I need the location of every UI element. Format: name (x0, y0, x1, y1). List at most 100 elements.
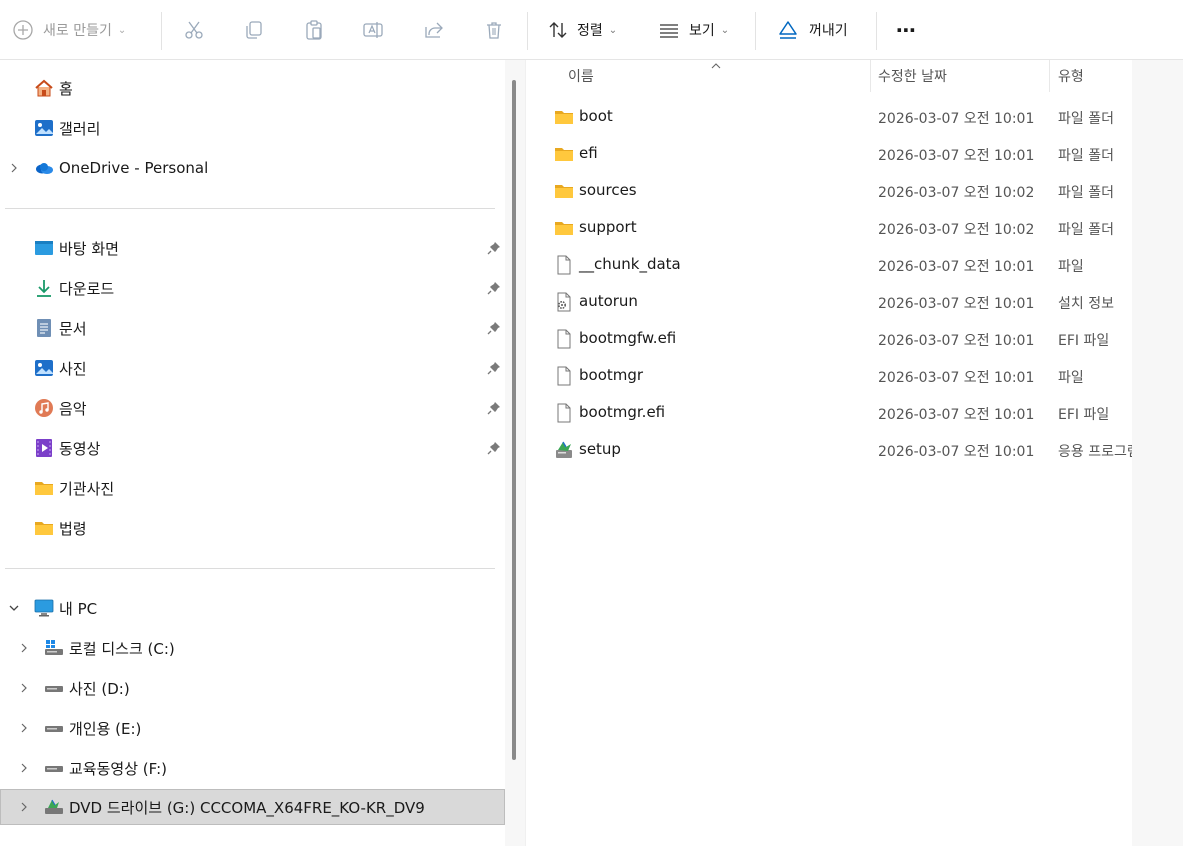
music-icon (34, 398, 54, 418)
file-name: setup (579, 440, 621, 458)
column-divider[interactable] (1049, 60, 1050, 92)
pin-icon[interactable] (487, 401, 501, 415)
nav-item-drive-c[interactable]: 로컬 디스크 (C:) (0, 630, 505, 666)
pin-icon[interactable] (487, 241, 501, 255)
nav-item-downloads[interactable]: 다운로드 (0, 270, 505, 306)
folder-icon (34, 518, 54, 538)
nav-label: 법령 (59, 519, 87, 538)
nav-item-folder[interactable]: 법령 (0, 510, 505, 546)
view-button[interactable]: 보기 ⌄ (658, 0, 729, 60)
nav-label: 내 PC (59, 599, 98, 618)
table-row[interactable]: bootmgfw.efi 2026-03-07 오전 10:01 EFI 파일 (526, 320, 1132, 357)
file-name: __chunk_data (579, 255, 681, 273)
documents-icon (34, 318, 54, 338)
nav-label: 기관사진 (59, 479, 115, 498)
clipboard-icon (303, 19, 325, 41)
nav-label: 바탕 화면 (59, 239, 119, 258)
folder-icon (34, 478, 54, 498)
sort-button-label: 정렬 (577, 23, 603, 39)
file-type: 파일 (1058, 259, 1084, 275)
chevron-right-icon[interactable] (17, 761, 31, 775)
more-options-button[interactable]: ⋯ (896, 0, 917, 60)
chevron-right-icon[interactable] (7, 161, 21, 175)
cut-button[interactable] (183, 0, 205, 60)
column-header-name[interactable]: 이름 (568, 60, 594, 92)
chevron-down-icon[interactable] (7, 601, 21, 615)
file-list: 이름 수정한 날짜 유형 boot 2026-03-07 오전 10:01 파일… (526, 60, 1132, 846)
column-header-type[interactable]: 유형 (1058, 60, 1084, 92)
more-options-icon: ⋯ (896, 18, 917, 42)
column-divider[interactable] (870, 60, 871, 92)
desktop-icon (34, 238, 54, 258)
sort-arrows-icon (547, 19, 569, 41)
table-row[interactable]: bootmgr 2026-03-07 오전 10:01 파일 (526, 357, 1132, 394)
file-icon (554, 329, 574, 349)
nav-item-gallery[interactable]: 갤러리 (0, 110, 505, 146)
file-name: support (579, 218, 637, 236)
nav-item-drive-e[interactable]: 개인용 (E:) (0, 710, 505, 746)
nav-item-folder[interactable]: 기관사진 (0, 470, 505, 506)
nav-item-this-pc[interactable]: 내 PC (0, 590, 505, 626)
nav-item-drive-f[interactable]: 교육동영상 (F:) (0, 750, 505, 786)
trash-icon (483, 19, 505, 41)
dvd-drive-icon (44, 797, 64, 817)
file-icon (554, 366, 574, 386)
nav-item-music[interactable]: 음악 (0, 390, 505, 426)
file-name: bootmgr.efi (579, 403, 666, 421)
file-icon (554, 403, 574, 423)
nav-item-home[interactable]: 홈 (0, 70, 505, 106)
folder-icon (554, 144, 574, 164)
nav-item-drive-d[interactable]: 사진 (D:) (0, 670, 505, 706)
eject-button-label: 꺼내기 (809, 23, 848, 39)
rename-button[interactable] (362, 0, 384, 60)
paste-button[interactable] (303, 0, 325, 60)
toolbar-divider (755, 12, 756, 50)
column-header-modified[interactable]: 수정한 날짜 (878, 60, 947, 92)
file-modified: 2026-03-07 오전 10:01 (878, 444, 1035, 460)
new-button-label: 새로 만들기 (43, 23, 112, 39)
chevron-right-icon[interactable] (17, 800, 31, 814)
file-modified: 2026-03-07 오전 10:02 (878, 222, 1035, 238)
pin-icon[interactable] (487, 321, 501, 335)
chevron-right-icon[interactable] (17, 721, 31, 735)
chevron-right-icon[interactable] (17, 681, 31, 695)
chevron-right-icon[interactable] (17, 641, 31, 655)
nav-item-videos[interactable]: 동영상 (0, 430, 505, 466)
pin-icon[interactable] (487, 441, 501, 455)
table-row[interactable]: sources 2026-03-07 오전 10:02 파일 폴더 (526, 172, 1132, 209)
nav-label: 갤러리 (59, 119, 101, 138)
table-row[interactable]: autorun 2026-03-07 오전 10:01 설치 정보 (526, 283, 1132, 320)
chevron-down-icon: ⌄ (117, 24, 127, 36)
pin-icon[interactable] (487, 281, 501, 295)
new-button[interactable]: 새로 만들기 ⌄ (12, 0, 126, 60)
sort-button[interactable]: 정렬 ⌄ (547, 0, 617, 60)
nav-item-desktop[interactable]: 바탕 화면 (0, 230, 505, 266)
nav-item-onedrive[interactable]: OneDrive - Personal (0, 150, 505, 186)
share-button[interactable] (423, 0, 445, 60)
table-row[interactable]: boot 2026-03-07 오전 10:01 파일 폴더 (526, 98, 1132, 135)
copy-button[interactable] (243, 0, 265, 60)
pin-icon[interactable] (487, 361, 501, 375)
drive-icon (44, 678, 64, 698)
nav-item-drive-g[interactable]: DVD 드라이브 (G:) CCCOMA_X64FRE_KO-KR_DV9 (0, 789, 505, 825)
file-name: boot (579, 107, 613, 125)
nav-item-pictures[interactable]: 사진 (0, 350, 505, 386)
eject-button[interactable]: 꺼내기 (777, 0, 848, 60)
table-row[interactable]: efi 2026-03-07 오전 10:01 파일 폴더 (526, 135, 1132, 172)
table-row[interactable]: setup 2026-03-07 오전 10:01 응용 프로그램 (526, 431, 1132, 468)
nav-divider (5, 208, 495, 209)
nav-item-documents[interactable]: 문서 (0, 310, 505, 346)
nav-scrollbar[interactable] (512, 80, 516, 760)
computer-icon (34, 598, 54, 618)
table-row[interactable]: support 2026-03-07 오전 10:02 파일 폴더 (526, 209, 1132, 246)
eject-icon (777, 19, 799, 41)
sort-ascending-icon (710, 60, 722, 73)
nav-label: 음악 (59, 399, 87, 418)
table-row[interactable]: __chunk_data 2026-03-07 오전 10:01 파일 (526, 246, 1132, 283)
file-type: EFI 파일 (1058, 333, 1110, 349)
delete-button[interactable] (483, 0, 505, 60)
share-icon (423, 19, 445, 41)
setup-app-icon (554, 440, 574, 460)
table-row[interactable]: bootmgr.efi 2026-03-07 오전 10:01 EFI 파일 (526, 394, 1132, 431)
nav-label: OneDrive - Personal (59, 159, 209, 177)
